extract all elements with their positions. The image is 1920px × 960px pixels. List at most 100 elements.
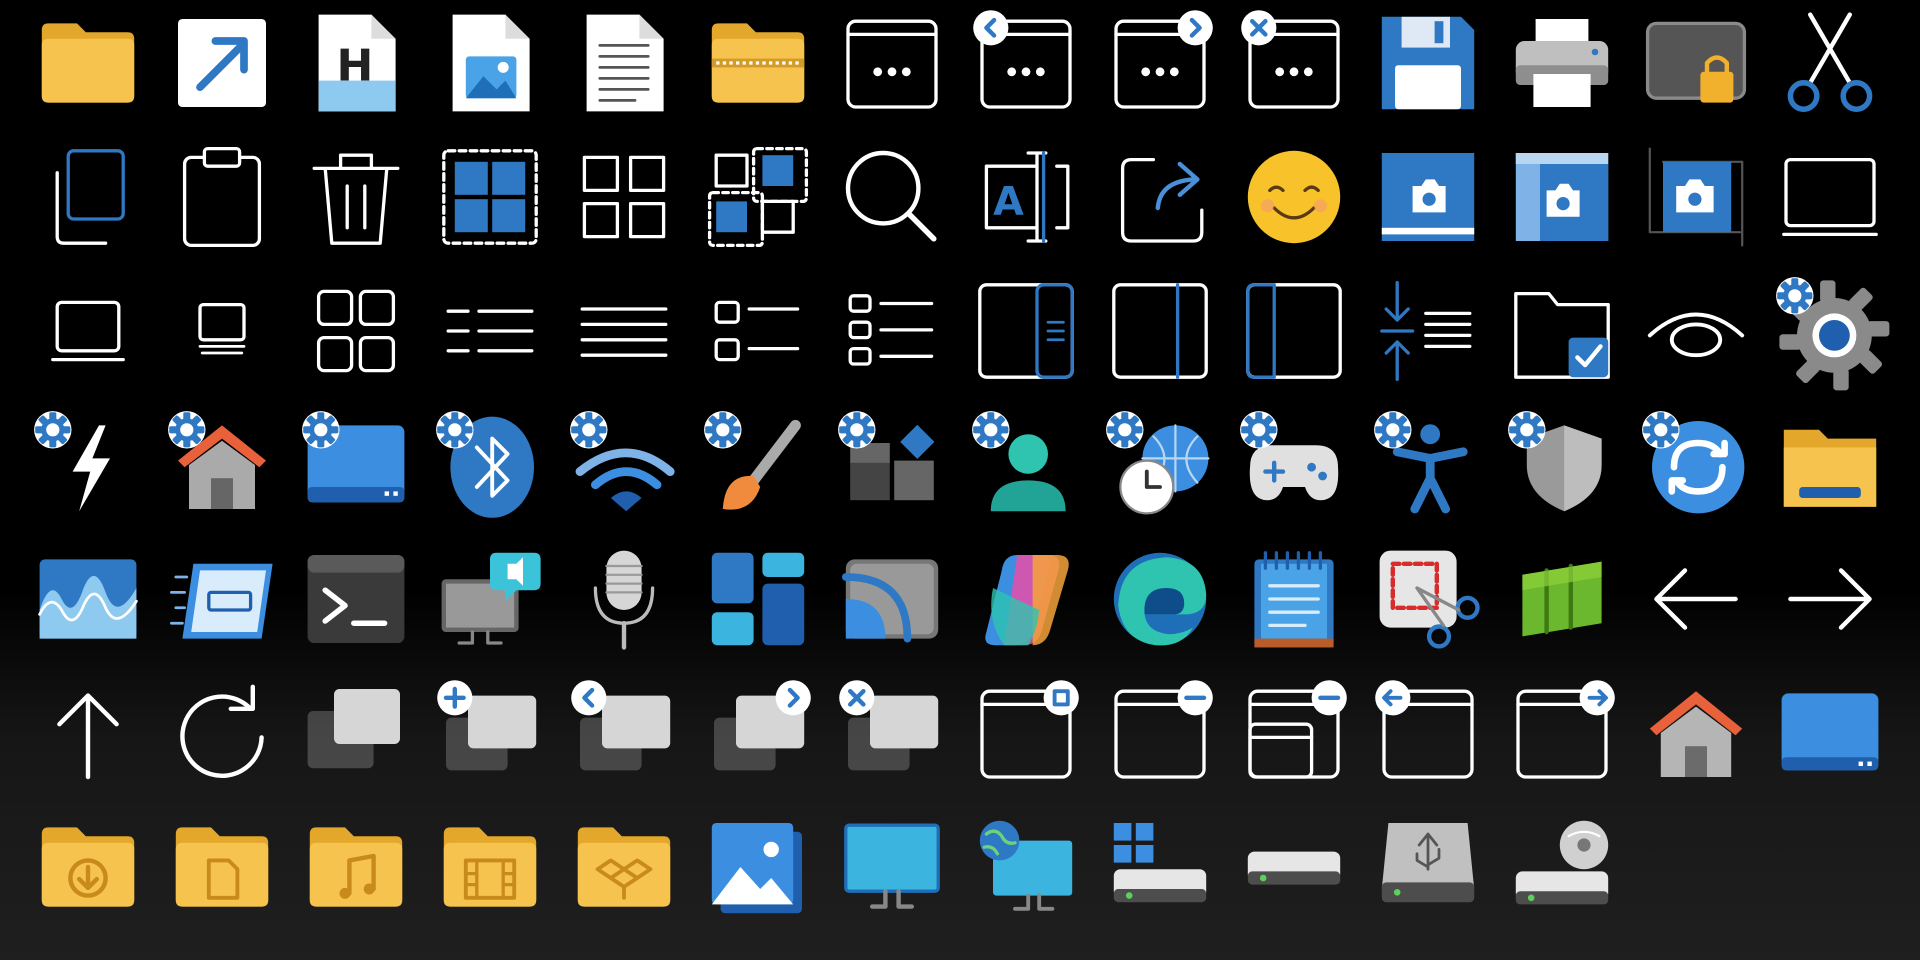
dvd-drive-icon[interactable] bbox=[1495, 800, 1629, 934]
share-export-icon[interactable] bbox=[1093, 130, 1227, 264]
widgets-icon[interactable] bbox=[691, 532, 825, 666]
cast-icon[interactable] bbox=[825, 532, 959, 666]
select-all-icon[interactable] bbox=[423, 130, 557, 264]
new-window-icon[interactable] bbox=[423, 666, 557, 800]
window-back-icon[interactable] bbox=[557, 666, 691, 800]
tiny-monitor-icon[interactable] bbox=[155, 264, 289, 398]
settings-network-icon[interactable] bbox=[557, 398, 691, 532]
window-arrow-left-icon[interactable] bbox=[1361, 666, 1495, 800]
window-minimize-icon[interactable] bbox=[1093, 666, 1227, 800]
details-list-icon[interactable] bbox=[825, 264, 959, 398]
pictures-icon[interactable] bbox=[691, 800, 825, 934]
window-forward-more-icon[interactable] bbox=[1093, 0, 1227, 130]
printer-icon[interactable] bbox=[1495, 0, 1629, 130]
windows-drive-icon[interactable] bbox=[1093, 800, 1227, 934]
grid-view-icon[interactable] bbox=[557, 130, 691, 264]
monitor-outline-icon[interactable] bbox=[1763, 130, 1897, 264]
text-document-icon[interactable] bbox=[557, 0, 691, 130]
rename-text-icon[interactable]: A bbox=[959, 130, 1093, 264]
settings-home-icon[interactable] bbox=[155, 398, 289, 532]
small-monitor-icon[interactable] bbox=[21, 264, 155, 398]
window-arrow-right-icon-glyph bbox=[1516, 680, 1616, 779]
tiles-view-icon[interactable] bbox=[289, 264, 423, 398]
notepad-icon[interactable] bbox=[1227, 532, 1361, 666]
image-file-icon[interactable] bbox=[423, 0, 557, 130]
activity-monitor-icon[interactable] bbox=[21, 532, 155, 666]
dropbox-folder-icon[interactable] bbox=[557, 800, 691, 934]
documents-folder-icon[interactable] bbox=[155, 800, 289, 934]
settings-apps-icon[interactable] bbox=[825, 398, 959, 532]
windows-minimize-stack-icon[interactable] bbox=[1227, 666, 1361, 800]
folder-icon[interactable] bbox=[21, 0, 155, 130]
hard-drive-icon[interactable] bbox=[1227, 800, 1361, 934]
settings-accessibility-icon[interactable] bbox=[1361, 398, 1495, 532]
zip-folder-icon[interactable] bbox=[691, 0, 825, 130]
arrow-left-icon[interactable] bbox=[1629, 532, 1763, 666]
copilot-icon[interactable] bbox=[959, 532, 1093, 666]
floppy-save-icon[interactable] bbox=[1361, 0, 1495, 130]
search-magnifier-icon[interactable] bbox=[825, 130, 959, 264]
desktop-icon[interactable] bbox=[1763, 666, 1897, 800]
folder-checkbox-icon[interactable] bbox=[1495, 264, 1629, 398]
clipboard-icon[interactable] bbox=[155, 130, 289, 264]
settings-privacy-shield-icon[interactable] bbox=[1495, 398, 1629, 532]
window-back-more-icon[interactable] bbox=[959, 0, 1093, 130]
settings-bluetooth-icon[interactable] bbox=[423, 398, 557, 532]
screenshot-region-icon[interactable] bbox=[1495, 130, 1629, 264]
window-more-icon[interactable] bbox=[825, 0, 959, 130]
eye-view-icon[interactable] bbox=[1629, 264, 1763, 398]
stacked-panels-icon[interactable] bbox=[1495, 532, 1629, 666]
locked-drive-icon[interactable] bbox=[1629, 0, 1763, 130]
restore-windows-icon[interactable] bbox=[289, 666, 423, 800]
settings-time-language-icon[interactable] bbox=[1093, 398, 1227, 532]
videos-folder-icon[interactable] bbox=[423, 800, 557, 934]
edge-browser-icon[interactable] bbox=[1093, 532, 1227, 666]
details-pane-icon[interactable] bbox=[959, 264, 1093, 398]
html-file-icon[interactable]: H bbox=[289, 0, 423, 130]
window-arrow-right-icon[interactable] bbox=[1495, 666, 1629, 800]
scissors-icon[interactable] bbox=[1763, 0, 1897, 130]
refresh-icon[interactable] bbox=[155, 666, 289, 800]
settings-gear-icon[interactable] bbox=[1763, 264, 1897, 398]
compact-list-icon[interactable] bbox=[423, 264, 557, 398]
microphone-icon[interactable] bbox=[557, 532, 691, 666]
navigation-pane-icon[interactable] bbox=[1227, 264, 1361, 398]
trash-bin-icon[interactable] bbox=[289, 130, 423, 264]
arrow-right-icon[interactable] bbox=[1763, 532, 1897, 666]
partial-select-icon[interactable] bbox=[691, 130, 825, 264]
usb-drive-icon[interactable] bbox=[1361, 800, 1495, 934]
card-device-icon[interactable] bbox=[155, 532, 289, 666]
preview-pane-icon[interactable] bbox=[1093, 264, 1227, 398]
file-explorer-icon[interactable] bbox=[1763, 398, 1897, 532]
music-folder-icon[interactable] bbox=[289, 800, 423, 934]
arrow-up-icon[interactable] bbox=[21, 666, 155, 800]
select-all-icon-glyph bbox=[442, 149, 538, 245]
settings-accounts-icon[interactable] bbox=[959, 398, 1093, 532]
terminal-icon[interactable] bbox=[289, 532, 423, 666]
home-icon[interactable] bbox=[1629, 666, 1763, 800]
copy-icon[interactable] bbox=[21, 130, 155, 264]
settings-gaming-icon[interactable] bbox=[1227, 398, 1361, 532]
screenshot-crop-icon[interactable] bbox=[1629, 130, 1763, 264]
window-forward-icon[interactable] bbox=[691, 666, 825, 800]
window-close-icon[interactable] bbox=[825, 666, 959, 800]
settings-system-icon[interactable] bbox=[289, 398, 423, 532]
feedback-hub-icon[interactable] bbox=[423, 532, 557, 666]
network-monitor-icon[interactable] bbox=[959, 800, 1093, 934]
monitor-icon[interactable] bbox=[825, 800, 959, 934]
settings-windows-update-icon[interactable] bbox=[1629, 398, 1763, 532]
compact-spacing-icon[interactable] bbox=[1361, 264, 1495, 398]
tiny-monitor-icon-glyph bbox=[198, 302, 246, 355]
window-maximize-icon[interactable] bbox=[959, 666, 1093, 800]
downloads-folder-icon[interactable] bbox=[21, 800, 155, 934]
content-list-icon[interactable] bbox=[691, 264, 825, 398]
settings-personalization-icon[interactable] bbox=[691, 398, 825, 532]
smiley-emoji-icon[interactable] bbox=[1227, 130, 1361, 264]
settings-gear-icon-glyph bbox=[1776, 277, 1890, 391]
shortcut-arrow-icon[interactable] bbox=[155, 0, 289, 130]
screenshot-window-icon[interactable] bbox=[1361, 130, 1495, 264]
snipping-tool-icon[interactable] bbox=[1361, 532, 1495, 666]
lines-list-icon[interactable] bbox=[557, 264, 691, 398]
window-close-more-icon[interactable] bbox=[1227, 0, 1361, 130]
settings-power-icon[interactable] bbox=[21, 398, 155, 532]
